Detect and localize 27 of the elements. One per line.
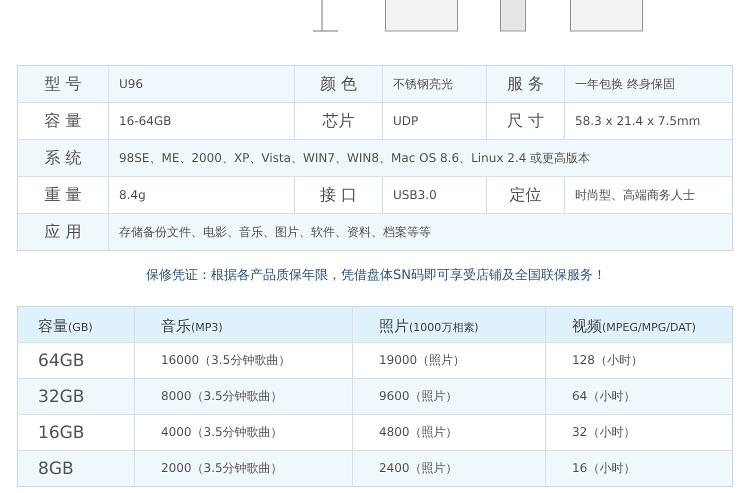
spec-label: 颜 色 [294, 66, 382, 102]
table-cell-text: 32GB [37, 386, 86, 408]
spec-label: 系 统 [43, 146, 83, 168]
column-header: 视频(MPEG/MPG/DAT) [545, 307, 732, 342]
spec-label: 应 用 [43, 220, 83, 242]
spec-label: 重 量 [43, 184, 83, 206]
table-cell: 64（小时） [545, 379, 732, 414]
spec-value: 存储备份文件、电影、音乐、图片、软件、资料、档案等等 [108, 214, 732, 250]
table-cell: 9600（照片） [352, 379, 545, 414]
table-cell: 2400（照片） [352, 451, 545, 486]
spec-value: 一年包换 终身保固 [564, 66, 732, 102]
table-cell: 16（小时） [545, 451, 732, 486]
table-cell: 8000（3.5分钟歌曲） [134, 379, 352, 414]
warranty-notice: 保修凭证：根据各产品质保年限，凭借盘体SN码即可享受店铺及全国联保服务！ [145, 267, 607, 285]
spec-value: 不锈钢亮光 [382, 66, 486, 102]
spec-label: 容 量 [43, 110, 83, 132]
spec-label: 型 号 [43, 72, 83, 94]
column-header: 容量(GB) [37, 316, 94, 337]
spec-value: 98SE、ME、2000、XP、Vista、WIN7、WIN8、Mac OS 8.6、Linux 2.4 或更高版本 [108, 140, 732, 176]
spec-value: U96 [108, 66, 294, 102]
column-header: 音乐(MP3) [134, 307, 352, 342]
table-cell-text: 64GB [37, 350, 86, 372]
column-header: 照片(1000万相素) [352, 307, 545, 342]
table-cell-text: 8GB [37, 458, 75, 480]
spec-label: 服 务 [486, 66, 564, 102]
table-cell-text: 16GB [37, 422, 86, 444]
table-cell: 2000（3.5分钟歌曲） [134, 451, 352, 486]
